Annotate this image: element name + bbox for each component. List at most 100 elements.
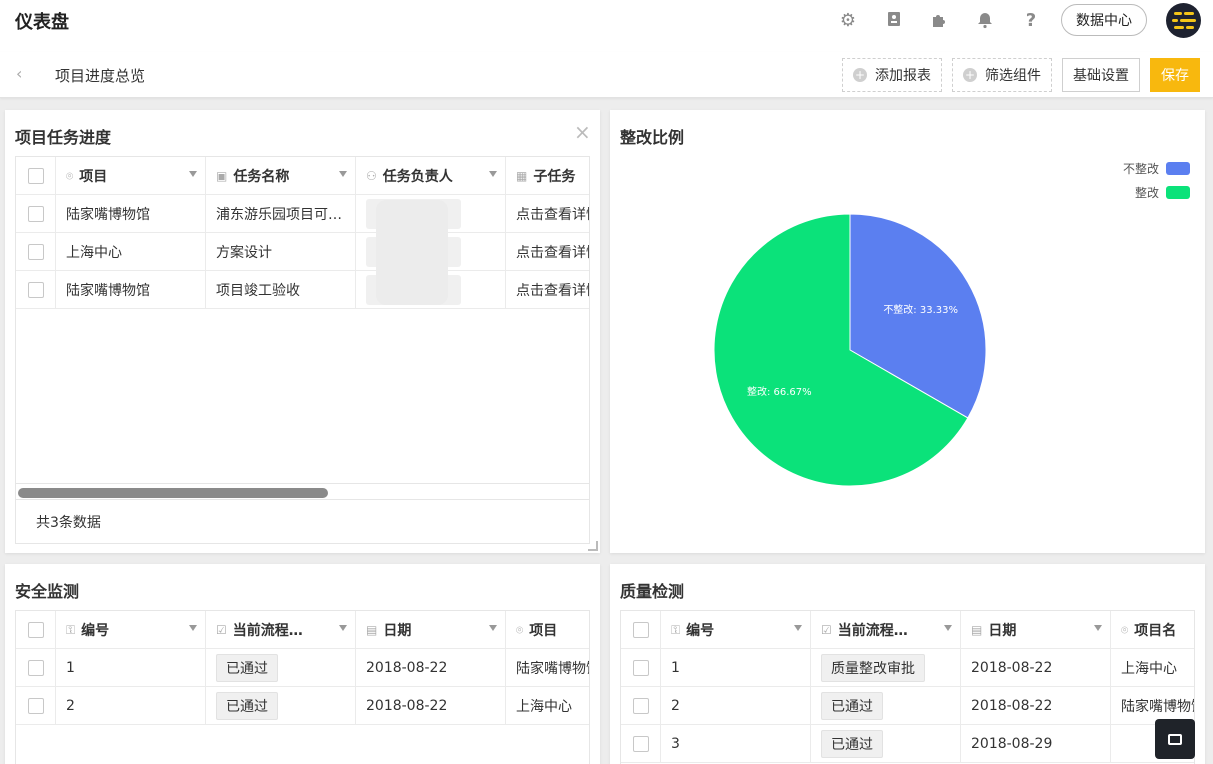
cell-id: 3 — [661, 725, 811, 763]
basic-settings-button[interactable]: 基础设置 — [1062, 58, 1140, 92]
sort-dropdown-icon[interactable] — [1094, 625, 1102, 631]
cell-subtask-link[interactable]: 点击查看详情 — [506, 233, 589, 271]
table-row[interactable]: 2 已通过 2018-08-22 上海中心 — [16, 687, 589, 725]
quality-inspection-card: 质量检测 ⚿ 编号 ☑ 当前流程… ▤ 日期 ⌾ 项目名 1 质量整改审批 2018-0… — [610, 564, 1205, 764]
table-row[interactable]: 1 已通过 2018-08-22 陆家嘴博物馆 — [16, 649, 589, 687]
status-badge: 已通过 — [821, 692, 883, 720]
column-header[interactable]: ⌾ 项目 — [506, 611, 589, 649]
column-header[interactable]: ▦ 子任务 — [506, 157, 589, 195]
table-row[interactable]: 陆家嘴博物馆 项目竣工验收 点击查看详情 — [16, 271, 589, 309]
sort-dropdown-icon[interactable] — [794, 625, 802, 631]
app-title: 仪表盘 — [15, 12, 69, 33]
sort-dropdown-icon[interactable] — [489, 171, 497, 177]
settings-icon[interactable]: ⚙ — [838, 11, 858, 31]
table-row[interactable]: 上海中心 方案设计 点击查看详情 — [16, 233, 589, 271]
cell-task: 项目竣工验收 — [206, 271, 356, 309]
link-icon: ⌾ — [516, 622, 524, 637]
column-header[interactable]: ☑ 当前流程… — [811, 611, 961, 649]
notification-bell-icon[interactable] — [975, 11, 995, 31]
cell-id: 1 — [661, 649, 811, 687]
column-header[interactable]: ☑ 当前流程… — [206, 611, 356, 649]
status-badge: 已通过 — [821, 730, 883, 758]
column-header[interactable]: ⌾ 项目 — [56, 157, 206, 195]
cell-project: 上海中心 — [56, 233, 206, 271]
calendar-icon: ▤ — [366, 623, 378, 637]
cell-id: 1 — [56, 649, 206, 687]
cell-date: 2018-08-22 — [356, 687, 506, 725]
person-icon: ⚇ — [366, 169, 377, 183]
column-header[interactable]: ⚿ 编号 — [661, 611, 811, 649]
sort-dropdown-icon[interactable] — [489, 625, 497, 631]
sort-dropdown-icon[interactable] — [339, 625, 347, 631]
cell-date: 2018-08-29 — [961, 725, 1111, 763]
page-toolbar: ‹ 项目进度总览 + 添加报表 + 筛选组件 基础设置 保存 — [0, 52, 1213, 98]
cell-id: 2 — [56, 687, 206, 725]
row-checkbox[interactable] — [27, 698, 44, 714]
row-checkbox[interactable] — [27, 660, 44, 676]
column-header[interactable]: ⚇ 任务负责人 — [356, 157, 506, 195]
table-row[interactable]: 2 已通过 2018-08-22 陆家嘴博物馆 — [621, 687, 1194, 725]
pie-slice-label-1: 整改: 66.67% — [747, 385, 812, 398]
chat-icon — [1168, 733, 1182, 745]
link-icon: ⌾ — [1121, 622, 1129, 637]
record-count: 共3条数据 — [36, 515, 101, 531]
row-checkbox[interactable] — [27, 206, 44, 222]
page-title: 项目进度总览 — [55, 67, 146, 85]
add-report-button[interactable]: + 添加报表 — [842, 58, 942, 92]
sort-dropdown-icon[interactable] — [944, 625, 952, 631]
row-checkbox[interactable] — [632, 698, 649, 714]
status-badge: 质量整改审批 — [821, 654, 925, 682]
cell-date: 2018-08-22 — [961, 649, 1111, 687]
sort-dropdown-icon[interactable] — [339, 171, 347, 177]
resize-handle-icon[interactable] — [588, 541, 598, 551]
quality-table: ⚿ 编号 ☑ 当前流程… ▤ 日期 ⌾ 项目名 1 质量整改审批 2018-08-22 … — [620, 610, 1195, 764]
scrollbar-thumb[interactable] — [18, 488, 328, 498]
select-all-checkbox[interactable] — [27, 622, 44, 638]
cell-status: 已通过 — [811, 687, 961, 725]
column-header[interactable]: ▤ 日期 — [356, 611, 506, 649]
sort-dropdown-icon[interactable] — [189, 625, 197, 631]
select-all-checkbox[interactable] — [632, 622, 649, 638]
table-row[interactable]: 3 已通过 2018-08-29 — [621, 725, 1194, 763]
cell-status: 已通过 — [811, 725, 961, 763]
select-all-checkbox[interactable] — [27, 168, 44, 184]
task-progress-card: 项目任务进度 × ⌾ 项目 ▣ 任务名称 ⚇ 任务负责人 ▦ 子任务 陆家嘴博物馆 浦东… — [5, 110, 600, 553]
cell-subtask-link[interactable]: 点击查看详情 — [506, 195, 589, 233]
back-chevron-icon[interactable]: ‹ — [16, 64, 22, 83]
horizontal-scrollbar[interactable] — [16, 483, 589, 499]
plus-icon: + — [853, 68, 867, 82]
column-header[interactable]: ▣ 任务名称 — [206, 157, 356, 195]
cell-project: 陆家嘴博物馆 — [516, 661, 589, 677]
table-header-row: ⌾ 项目 ▣ 任务名称 ⚇ 任务负责人 ▦ 子任务 — [16, 157, 589, 195]
top-bar: 仪表盘 ⚙ ? 数据中心 — [0, 0, 1213, 52]
plus-icon: + — [963, 68, 977, 82]
row-checkbox[interactable] — [632, 660, 649, 676]
column-header[interactable]: ⌾ 项目名 — [1111, 611, 1194, 649]
row-checkbox[interactable] — [27, 244, 44, 260]
plugin-icon[interactable] — [929, 11, 949, 31]
cell-subtask-link[interactable]: 点击查看详情 — [506, 271, 589, 309]
table-header-row: ⚿ 编号 ☑ 当前流程… ▤ 日期 ⌾ 项目名 — [621, 611, 1194, 649]
help-icon[interactable]: ? — [1021, 11, 1041, 31]
checkbox-icon: ☑ — [821, 623, 832, 637]
column-header[interactable]: ▤ 日期 — [961, 611, 1111, 649]
calendar-icon: ▤ — [971, 623, 983, 637]
table-row[interactable]: 陆家嘴博物馆 浦东游乐园项目可… 点击查看详情 — [16, 195, 589, 233]
save-button[interactable]: 保存 — [1150, 58, 1200, 92]
row-checkbox[interactable] — [632, 736, 649, 752]
sort-dropdown-icon[interactable] — [189, 171, 197, 177]
column-header[interactable]: ⚿ 编号 — [56, 611, 206, 649]
table-row[interactable]: 1 质量整改审批 2018-08-22 上海中心 — [621, 649, 1194, 687]
chat-support-button[interactable] — [1155, 719, 1195, 759]
cell-id: 2 — [661, 687, 811, 725]
card-title: 质量检测 — [620, 582, 685, 601]
table-icon: ▦ — [516, 169, 528, 183]
row-checkbox[interactable] — [27, 282, 44, 298]
filter-component-button[interactable]: + 筛选组件 — [952, 58, 1052, 92]
checkbox-icon: ☑ — [216, 623, 227, 637]
data-center-button[interactable]: 数据中心 — [1061, 4, 1147, 36]
close-icon[interactable]: × — [574, 120, 591, 144]
cell-project: 陆家嘴博物馆 — [56, 195, 206, 233]
contacts-icon[interactable] — [884, 11, 904, 31]
avatar[interactable] — [1166, 3, 1201, 38]
